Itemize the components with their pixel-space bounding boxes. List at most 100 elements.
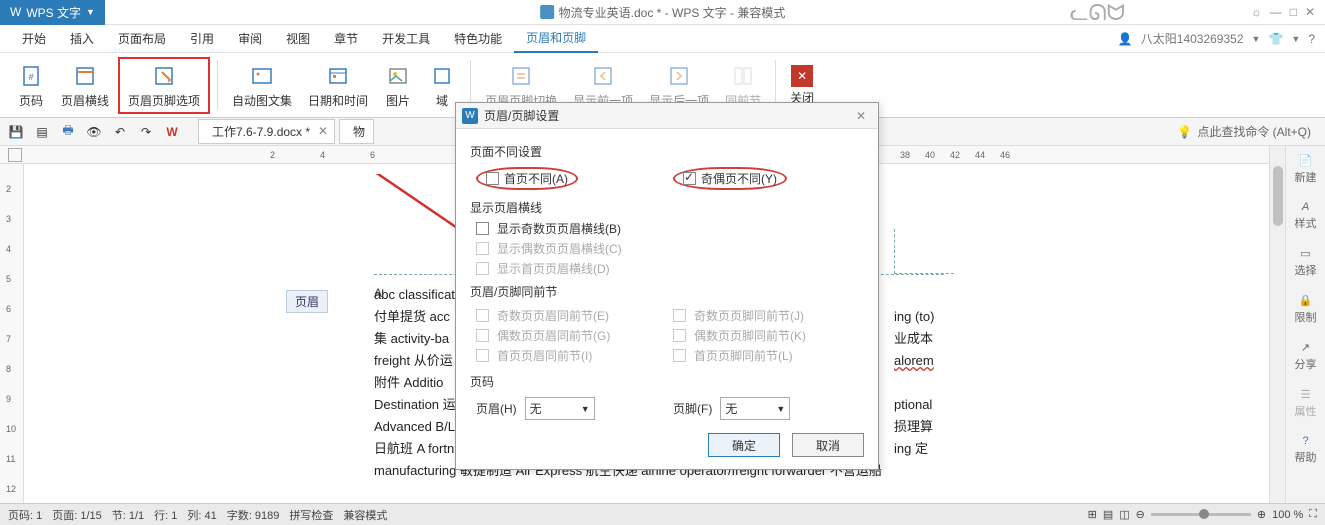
status-pages[interactable]: 页面: 1/15 bbox=[52, 507, 102, 523]
select-icon: ▭ bbox=[1300, 247, 1310, 260]
ribbon-header-line[interactable]: 页眉横线 bbox=[54, 57, 116, 114]
status-compat[interactable]: 兼容模式 bbox=[343, 507, 387, 523]
side-help[interactable]: ?帮助 bbox=[1295, 435, 1317, 465]
view-mode-icon[interactable]: ▤ bbox=[1103, 508, 1113, 521]
preview-icon[interactable]: 👁 bbox=[84, 122, 104, 142]
dialog-title: 页眉/页脚设置 bbox=[484, 107, 559, 124]
auto-album-icon bbox=[248, 62, 276, 90]
view-mode-icon[interactable]: ◫ bbox=[1119, 508, 1129, 521]
zoom-out-button[interactable]: ⊖ bbox=[1136, 508, 1145, 521]
doc-line: ptional bbox=[894, 394, 934, 416]
ribbon-auto-album[interactable]: 自动图文集 bbox=[225, 57, 299, 114]
view-mode-icon[interactable]: ⊞ bbox=[1088, 508, 1097, 521]
status-spell[interactable]: 拼写检查 bbox=[289, 507, 333, 523]
group-show-line: 显示页眉横线 bbox=[470, 199, 864, 216]
close-window-button[interactable]: ✕ bbox=[1305, 5, 1315, 19]
ribbon-date-time[interactable]: 日期和时间 bbox=[301, 57, 375, 114]
prev-icon bbox=[589, 62, 617, 90]
menu-review[interactable]: 审阅 bbox=[226, 25, 274, 52]
cancel-button[interactable]: 取消 bbox=[792, 433, 864, 457]
ribbon-picture[interactable]: 图片 bbox=[377, 57, 419, 114]
search-command[interactable]: 💡 点此查找命令 (Alt+Q) bbox=[1177, 123, 1311, 140]
checkbox-show-odd-line[interactable]: 显示奇数页页眉横线(B) bbox=[476, 220, 864, 237]
user-avatar-icon[interactable]: 👤 bbox=[1118, 32, 1133, 46]
checkbox-show-even-line: 显示偶数页页眉横线(C) bbox=[476, 240, 864, 257]
tshirt-icon[interactable]: 👕 bbox=[1268, 32, 1283, 46]
header-line-icon bbox=[71, 62, 99, 90]
side-select[interactable]: ▭选择 bbox=[1295, 247, 1317, 278]
header-region-label[interactable]: 页眉 bbox=[286, 290, 328, 313]
print-icon[interactable]: 🖶 bbox=[58, 122, 78, 142]
maximize-button[interactable]: □ bbox=[1290, 5, 1297, 19]
page-number-icon: # bbox=[17, 62, 45, 90]
ribbon-page-number[interactable]: # 页码 bbox=[10, 57, 52, 114]
ribbon-header-footer-options[interactable]: 页眉页脚选项 bbox=[118, 57, 210, 114]
menu-reference[interactable]: 引用 bbox=[178, 25, 226, 52]
save-icon[interactable]: 💾 bbox=[6, 122, 26, 142]
doc-tab-label: 工作7.6-7.9.docx * bbox=[212, 123, 310, 140]
decorative-cat-doodle: ᓚᘏᗢ bbox=[1070, 0, 1125, 26]
side-share[interactable]: ↗分享 bbox=[1295, 341, 1317, 372]
ribbon-separator bbox=[217, 60, 218, 110]
menu-pagelayout[interactable]: 页面布局 bbox=[106, 25, 178, 52]
menu-icon[interactable]: ▤ bbox=[32, 122, 52, 142]
menu-devtools[interactable]: 开发工具 bbox=[370, 25, 442, 52]
vertical-scrollbar[interactable] bbox=[1269, 146, 1285, 503]
doc-line: 损理算 bbox=[894, 416, 934, 438]
help-icon[interactable]: ? bbox=[1308, 32, 1315, 46]
doc-tab-1[interactable]: 工作7.6-7.9.docx * ✕ bbox=[198, 119, 335, 144]
menu-chapter[interactable]: 章节 bbox=[322, 25, 370, 52]
document-title-text: 物流专业英语.doc * - WPS 文字 - 兼容模式 bbox=[559, 4, 786, 21]
status-words[interactable]: 字数: 9189 bbox=[227, 507, 280, 523]
footer-pagenum-select[interactable]: 无▼ bbox=[720, 397, 790, 420]
ruler-corner[interactable] bbox=[8, 148, 22, 162]
status-section[interactable]: 节: 1/1 bbox=[112, 507, 144, 523]
zoom-slider[interactable] bbox=[1151, 513, 1251, 516]
chevron-down-icon: ▼ bbox=[776, 404, 785, 414]
redo-icon[interactable]: ↷ bbox=[136, 122, 156, 142]
chevron-down-icon[interactable]: ▼ bbox=[1291, 34, 1300, 44]
menu-start[interactable]: 开始 bbox=[10, 25, 58, 52]
zoom-value[interactable]: 100 % bbox=[1272, 509, 1303, 521]
checkbox-show-first-line: 显示首页页眉横线(D) bbox=[476, 260, 864, 277]
vertical-ruler[interactable]: 2 3 4 5 6 7 8 9 10 11 12 bbox=[0, 164, 24, 503]
status-page[interactable]: 页码: 1 bbox=[8, 507, 42, 523]
close-tab-icon[interactable]: ✕ bbox=[318, 124, 328, 138]
minimize-button[interactable]: — bbox=[1270, 5, 1282, 19]
menu-view[interactable]: 视图 bbox=[274, 25, 322, 52]
status-col[interactable]: 列: 41 bbox=[187, 507, 216, 523]
zoom-handle[interactable] bbox=[1199, 509, 1209, 519]
chevron-down-icon[interactable]: ▼ bbox=[1252, 34, 1261, 44]
field-icon bbox=[428, 62, 456, 90]
scroll-thumb[interactable] bbox=[1273, 166, 1283, 226]
undo-icon[interactable]: ↶ bbox=[110, 122, 130, 142]
doc-line: 业成本 bbox=[894, 328, 934, 350]
zoom-in-button[interactable]: ⊕ bbox=[1257, 508, 1266, 521]
dialog-close-button[interactable]: ✕ bbox=[850, 107, 872, 125]
user-name[interactable]: 八太阳1403269352 bbox=[1141, 30, 1244, 47]
header-pagenum-select[interactable]: 无▼ bbox=[525, 397, 595, 420]
side-new[interactable]: 📄新建 bbox=[1295, 154, 1317, 185]
side-limit[interactable]: 🔒限制 bbox=[1295, 294, 1317, 325]
expand-icon[interactable]: ⛶ bbox=[1309, 508, 1317, 521]
dialog-titlebar[interactable]: W 页眉/页脚设置 ✕ bbox=[456, 103, 878, 129]
dropdown-icon[interactable]: ▼ bbox=[86, 7, 95, 17]
checkbox-odd-even-diff[interactable]: 奇偶页不同(Y) bbox=[673, 167, 864, 190]
skin-icon[interactable]: ☼ bbox=[1251, 5, 1262, 19]
style-icon: A bbox=[1302, 201, 1309, 213]
status-row[interactable]: 行: 1 bbox=[154, 507, 177, 523]
menu-feature[interactable]: 特色功能 bbox=[442, 25, 514, 52]
next-icon bbox=[665, 62, 693, 90]
checkbox-first-diff[interactable]: 首页不同(A) bbox=[476, 167, 667, 190]
wps-logo-small-icon[interactable]: W bbox=[162, 122, 182, 142]
side-attr[interactable]: ☰属性 bbox=[1295, 388, 1317, 419]
switch-icon bbox=[507, 62, 535, 90]
side-style[interactable]: A样式 bbox=[1295, 201, 1317, 231]
side-label: 帮助 bbox=[1295, 449, 1317, 465]
ok-button[interactable]: 确定 bbox=[708, 433, 780, 457]
doc-line: alorem bbox=[894, 350, 934, 372]
menu-insert[interactable]: 插入 bbox=[58, 25, 106, 52]
menu-header-footer[interactable]: 页眉和页脚 bbox=[514, 24, 598, 53]
doc-tab-2[interactable]: 物 bbox=[339, 119, 374, 144]
ruler-tick: 6 bbox=[6, 304, 11, 314]
